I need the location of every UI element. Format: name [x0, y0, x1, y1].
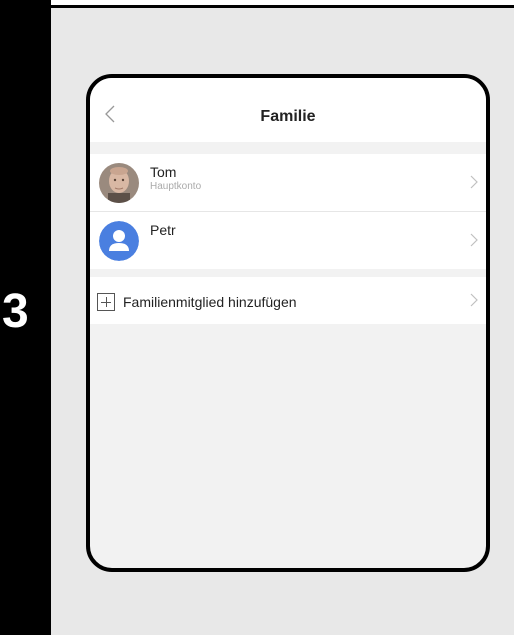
page-title: Familie: [260, 108, 316, 125]
top-border: [51, 0, 514, 8]
member-list: Tom Hauptkonto Petr: [90, 154, 486, 269]
member-row-tom[interactable]: Tom Hauptkonto: [90, 154, 486, 211]
chevron-right-icon: [470, 293, 478, 307]
left-sidebar: 3: [0, 0, 51, 635]
member-row-petr[interactable]: Petr: [90, 211, 486, 269]
add-member-row[interactable]: Familienmitglied hinzufügen: [90, 277, 486, 324]
chevron-right-icon: [470, 175, 478, 189]
member-role: Hauptkonto: [150, 181, 202, 192]
chevron-right-icon: [470, 233, 478, 247]
step-number: 3: [2, 285, 29, 338]
avatar-photo: [99, 163, 139, 203]
plus-icon: [97, 293, 115, 311]
user-icon: [99, 221, 139, 261]
member-name: Tom: [150, 164, 177, 180]
add-member-label: Familienmitglied hinzufügen: [123, 294, 297, 310]
phone-screen: Familie Tom Hauptkonto Petr Familienmitg…: [86, 74, 490, 572]
nav-bar: Familie: [90, 78, 486, 142]
member-name: Petr: [150, 222, 176, 238]
